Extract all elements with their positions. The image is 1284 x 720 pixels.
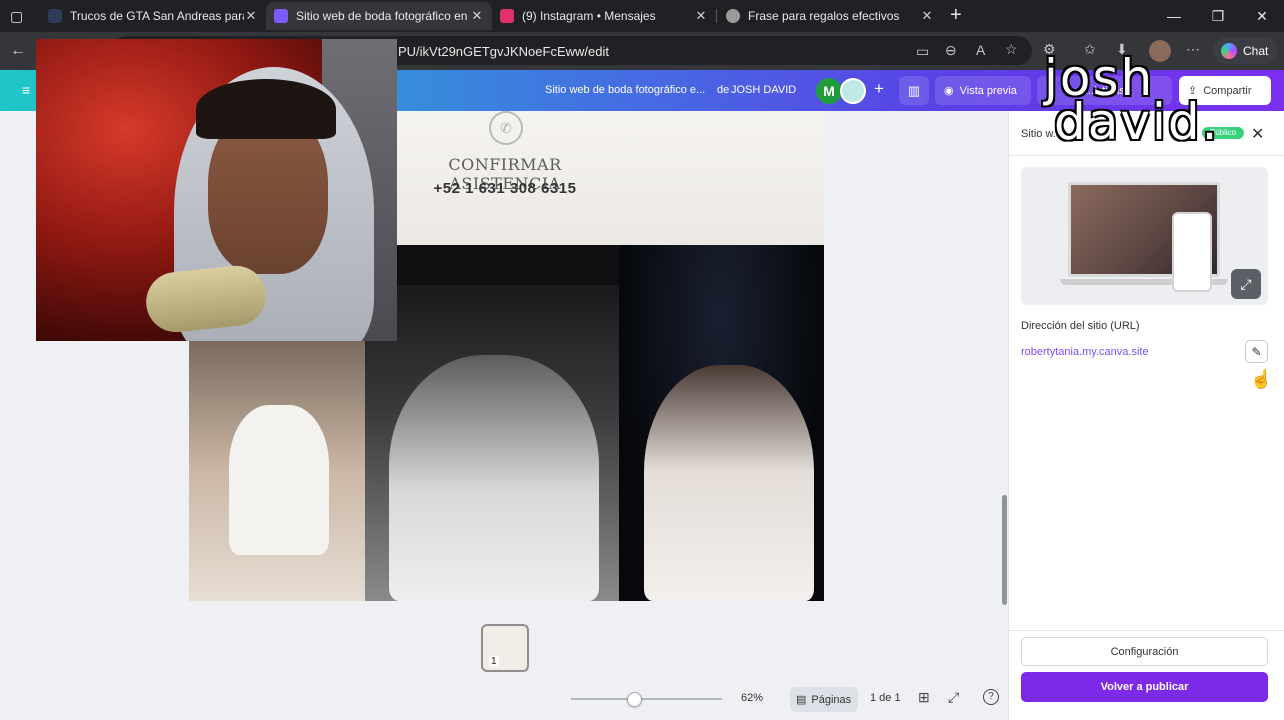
fullscreen-icon[interactable]: ⤢ xyxy=(948,689,959,706)
tab-title: Frase para regalos efectivos xyxy=(748,9,900,23)
tab-instagram[interactable]: (9) Instagram • Mensajes ✕ xyxy=(492,2,716,30)
site-url-link[interactable]: robertytania.my.canva.site xyxy=(1021,346,1149,358)
pages-label: Páginas xyxy=(811,693,852,706)
tab-favicon xyxy=(726,9,740,23)
add-collaborator-button[interactable]: + xyxy=(869,79,889,103)
avatar[interactable] xyxy=(840,78,866,104)
close-icon[interactable]: ✕ xyxy=(1251,124,1264,144)
tab-title: (9) Instagram • Mensajes xyxy=(522,9,656,23)
edit-url-button[interactable]: ✎ xyxy=(1245,340,1268,363)
owner-prefix: de xyxy=(717,84,730,96)
reader-mode-icon[interactable]: ▭ xyxy=(916,43,929,60)
tab-favicon xyxy=(48,9,62,23)
eye-icon: ◉ xyxy=(944,85,954,97)
zoom-slider-handle[interactable] xyxy=(626,692,642,707)
page-thumbnail-label: 1 xyxy=(489,656,499,667)
avatar[interactable]: M xyxy=(816,78,842,104)
mouse-cursor-icon: ☝ xyxy=(1250,369,1273,389)
pages-button[interactable]: ▤ Páginas xyxy=(790,687,858,712)
whatsapp-icon: ✆ xyxy=(489,111,523,145)
preview-button[interactable]: ◉ Vista previa xyxy=(935,76,1031,105)
owner-name: JOSH DAVID xyxy=(731,84,797,96)
republish-button[interactable]: Volver a publicar xyxy=(1021,672,1268,702)
address-url[interactable]: PU/ikVt29nGETgvJKNoeFcEww/edit xyxy=(398,44,609,59)
watermark-line: david. xyxy=(1054,93,1220,151)
read-aloud-icon[interactable]: A xyxy=(976,42,985,58)
settings-button[interactable]: Configuración xyxy=(1021,637,1268,666)
tab-title: Trucos de GTA San Andreas para P xyxy=(70,9,244,23)
rsvp-phone[interactable]: +52 1 631 308 6315 xyxy=(409,180,601,197)
close-icon[interactable]: ✕ xyxy=(470,8,484,24)
zoom-slider[interactable] xyxy=(571,698,722,700)
person-hair xyxy=(196,79,336,139)
insights-button[interactable]: ▥ xyxy=(899,76,929,105)
canvas-scrollbar[interactable] xyxy=(1002,495,1007,605)
phone-preview xyxy=(1172,212,1212,292)
watermark-logo: josh david. xyxy=(1040,53,1220,151)
favorite-star-icon[interactable]: ☆ xyxy=(1005,41,1018,58)
copilot-chat-button[interactable]: Chat xyxy=(1213,37,1277,64)
divider xyxy=(1009,155,1284,156)
expand-preview-button[interactable]: ⤢ xyxy=(1231,269,1261,299)
tab-separator xyxy=(716,9,717,23)
divider xyxy=(1009,630,1284,631)
pencil-icon: ✎ xyxy=(1251,344,1262,359)
help-icon[interactable]: ? xyxy=(983,689,999,705)
zoom-icon[interactable]: ⊖ xyxy=(945,42,957,59)
minimize-button[interactable]: — xyxy=(1152,0,1196,32)
menu-icon[interactable]: ≡ xyxy=(22,82,30,98)
tab-wedding-site[interactable]: Sitio web de boda fotográfico en ✕ xyxy=(266,2,492,30)
back-arrow-icon[interactable]: ← xyxy=(10,42,26,60)
tab-favicon xyxy=(274,9,288,23)
copilot-icon xyxy=(1221,42,1237,59)
tab-actions-icon[interactable]: ▢ xyxy=(10,8,23,25)
preview-label: Vista previa xyxy=(959,84,1017,97)
tab-favicon xyxy=(500,9,514,23)
tab-gift-phrases[interactable]: Frase para regalos efectivos ✕ xyxy=(718,2,942,30)
tab-title: Sitio web de boda fotográfico en xyxy=(296,9,468,23)
bar-chart-icon: ▥ xyxy=(907,82,921,98)
pages-icon: ▤ xyxy=(796,694,807,706)
grid-view-icon[interactable]: ⊞ xyxy=(918,689,930,706)
browser-tab-bar: ▢ Trucos de GTA San Andreas para P ✕ Sit… xyxy=(0,0,1284,32)
webcam-overlay xyxy=(36,39,397,341)
close-icon[interactable]: ✕ xyxy=(920,8,934,24)
page-count: 1 de 1 xyxy=(870,692,901,704)
restore-button[interactable]: ❐ xyxy=(1196,0,1240,32)
couple-figure xyxy=(389,355,599,601)
chat-label: Chat xyxy=(1243,43,1269,58)
tab-gta[interactable]: Trucos de GTA San Andreas para P ✕ xyxy=(40,2,266,30)
expand-icon: ⤢ xyxy=(1240,275,1252,292)
bride-figure xyxy=(229,405,329,555)
close-icon[interactable]: ✕ xyxy=(694,8,708,24)
document-title[interactable]: Sitio web de boda fotográfico e... xyxy=(545,84,705,96)
window-close-button[interactable]: ✕ xyxy=(1240,0,1284,32)
new-tab-button[interactable]: + xyxy=(950,4,962,27)
url-label: Dirección del sitio (URL) xyxy=(1021,320,1140,332)
zoom-level[interactable]: 62% xyxy=(741,692,763,704)
close-icon[interactable]: ✕ xyxy=(244,8,258,24)
couple-figure xyxy=(644,365,814,601)
